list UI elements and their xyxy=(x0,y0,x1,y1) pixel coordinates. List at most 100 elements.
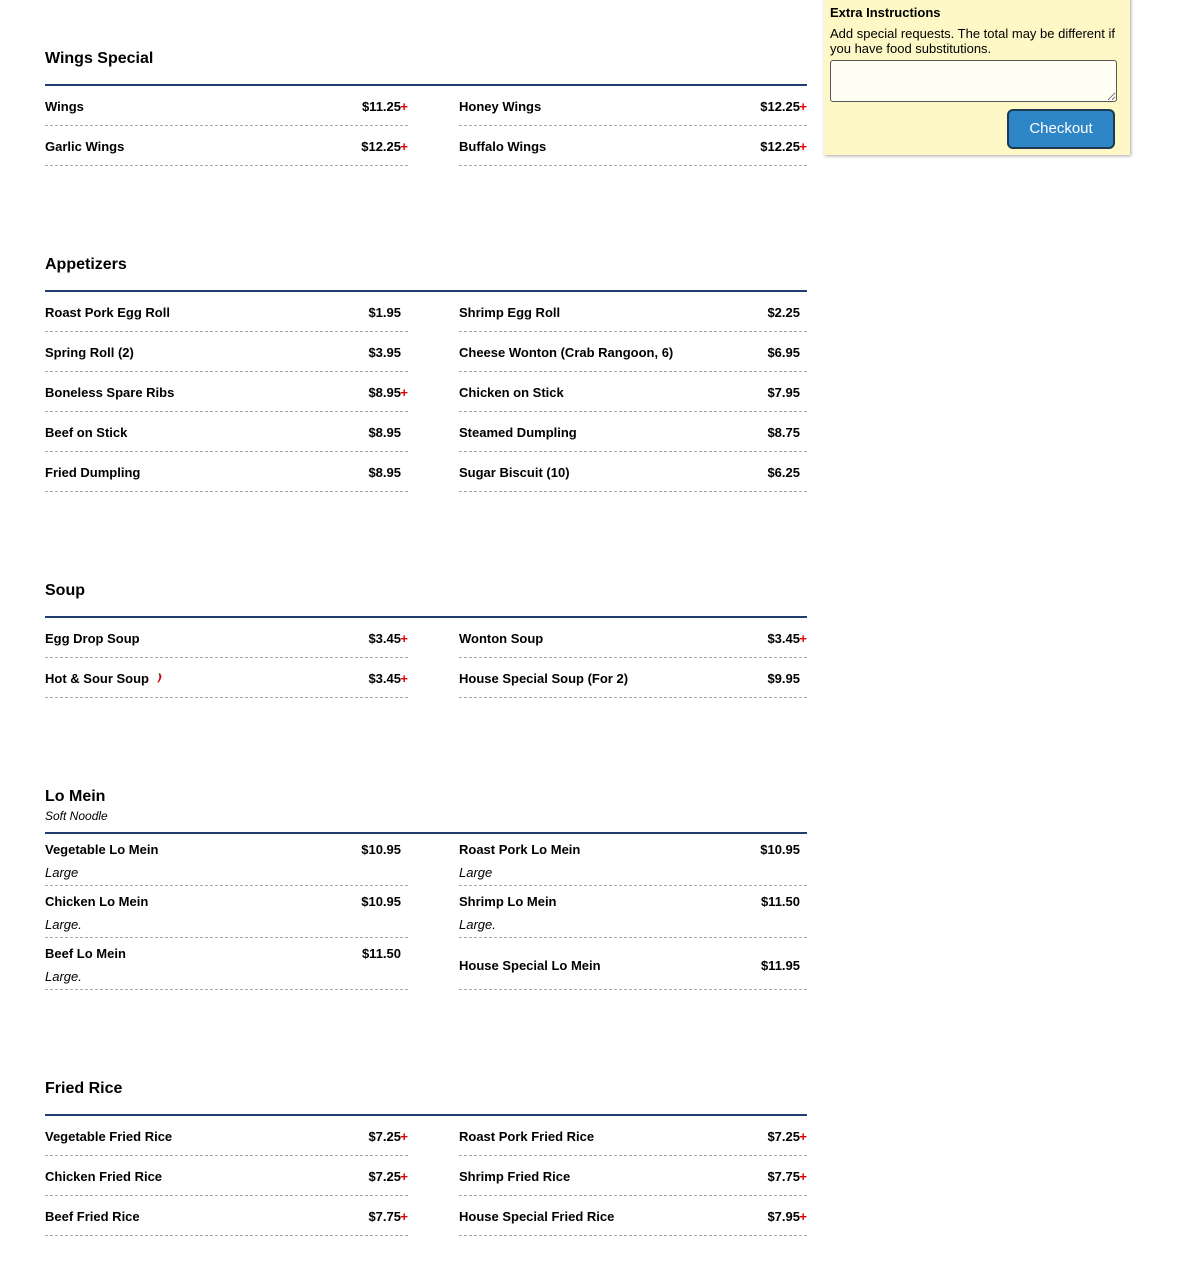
item-price: $12.25 xyxy=(361,139,401,154)
item-name-wrap: Beef Lo Mein xyxy=(45,946,126,961)
item-price: $3.45 xyxy=(767,631,800,646)
item-price: $3.45 xyxy=(368,631,401,646)
item-options-plus: + xyxy=(799,1209,807,1224)
item-name: Buffalo Wings xyxy=(459,139,547,154)
menu-item[interactable]: Beef Fried Rice $7.75 + xyxy=(45,1196,408,1236)
menu-item[interactable]: Egg Drop Soup $3.45 + xyxy=(45,618,408,658)
item-name-wrap: Chicken on Stick xyxy=(459,385,564,400)
item-name-wrap: Chicken Lo Mein xyxy=(45,894,148,909)
item-name: Boneless Spare Ribs xyxy=(45,385,175,400)
item-name-wrap: Roast Pork Lo Mein xyxy=(459,842,580,857)
item-options-plus: + xyxy=(799,1129,807,1144)
item-name: House Special Lo Mein xyxy=(459,958,601,973)
menu-item[interactable]: Vegetable Lo Mein Large $10.95 xyxy=(45,834,408,886)
item-price: $12.25 xyxy=(760,99,800,114)
menu-item[interactable]: Chicken on Stick $7.95 xyxy=(459,372,807,412)
item-name: Sugar Biscuit (10) xyxy=(459,465,570,480)
item-name-wrap: Buffalo Wings xyxy=(459,139,546,154)
menu-item[interactable]: Chicken Fried Rice $7.25 + xyxy=(45,1156,408,1196)
section-items: Vegetable Lo Mein Large $10.95 Roast Pork L… xyxy=(45,834,807,990)
item-options-plus: + xyxy=(799,631,807,646)
menu-item[interactable]: Roast Pork Fried Rice $7.25 + xyxy=(459,1116,807,1156)
menu-item[interactable]: Cheese Wonton (Crab Rangoon, 6) $6.95 xyxy=(459,332,807,372)
menu-item[interactable]: Shrimp Fried Rice $7.75 + xyxy=(459,1156,807,1196)
menu-item[interactable]: Shrimp Egg Roll $2.25 xyxy=(459,292,807,332)
item-name: Beef on Stick xyxy=(45,425,128,440)
menu-item[interactable]: Beef on Stick $8.95 xyxy=(45,412,408,452)
menu-item[interactable]: Hot & Sour Soup $3.45 + xyxy=(45,658,408,698)
item-name-wrap: Wings xyxy=(45,99,84,114)
item-name-wrap: Roast Pork Fried Rice xyxy=(459,1129,594,1144)
menu-item[interactable]: Spring Roll (2) $3.95 xyxy=(45,332,408,372)
checkout-button[interactable]: Checkout xyxy=(1007,109,1115,149)
item-options-plus: + xyxy=(400,1129,408,1144)
item-name-wrap: Shrimp Egg Roll xyxy=(459,305,560,320)
item-name: Beef Lo Mein xyxy=(45,946,126,961)
menu-item[interactable]: Steamed Dumpling $8.75 xyxy=(459,412,807,452)
menu-item[interactable]: House Special Soup (For 2) $9.95 xyxy=(459,658,807,698)
item-name: Cheese Wonton (Crab Rangoon, 6) xyxy=(459,345,674,360)
item-name-wrap: Roast Pork Egg Roll xyxy=(45,305,170,320)
menu-item[interactable]: Wings $11.25 + xyxy=(45,86,408,126)
item-name: Chicken Fried Rice xyxy=(45,1169,163,1184)
menu-section: Appetizers Roast Pork Egg Roll $1.95 Shrimp… xyxy=(45,206,807,492)
section-header: Lo Mein Soft Noodle xyxy=(45,738,807,834)
menu-item[interactable]: Vegetable Fried Rice $7.25 + xyxy=(45,1116,408,1156)
item-name: Shrimp Lo Mein xyxy=(459,894,557,909)
menu-item[interactable]: Wonton Soup $3.45 + xyxy=(459,618,807,658)
item-price: $7.75 xyxy=(368,1209,401,1224)
menu-item[interactable]: House Special Lo Mein $11.95 xyxy=(459,938,807,990)
item-price: $7.25 xyxy=(368,1169,401,1184)
item-description: Large. xyxy=(45,917,82,932)
item-name-wrap: Chicken Fried Rice xyxy=(45,1169,162,1184)
menu-item[interactable]: Fried Dumpling $8.95 xyxy=(45,452,408,492)
item-name: Steamed Dumpling xyxy=(459,425,577,440)
menu-item[interactable]: Garlic Wings $12.25 + xyxy=(45,126,408,166)
item-name: Hot & Sour Soup xyxy=(45,671,149,686)
item-name-wrap: Fried Dumpling xyxy=(45,465,140,480)
item-name: House Special Fried Rice xyxy=(459,1209,615,1224)
item-description: Large. xyxy=(459,917,496,932)
item-price: $7.95 xyxy=(767,1209,800,1224)
item-name-wrap: House Special Fried Rice xyxy=(459,1209,614,1224)
item-options-plus: + xyxy=(400,1209,408,1224)
menu-item[interactable]: Sugar Biscuit (10) $6.25 xyxy=(459,452,807,492)
section-subtitle: Soft Noodle xyxy=(45,809,108,823)
item-price: $3.45 xyxy=(368,671,401,686)
extra-instructions-panel: Extra Instructions Add special requests.… xyxy=(824,0,1130,155)
menu-item[interactable]: Shrimp Lo Mein Large. $11.50 xyxy=(459,886,807,938)
extra-instructions-note: Add special requests. The total may be d… xyxy=(830,26,1115,56)
extra-instructions-input[interactable] xyxy=(830,60,1117,102)
menu-section: Fried Rice Vegetable Fried Rice $7.25 + Roas… xyxy=(45,1030,807,1236)
item-options-plus: + xyxy=(799,99,807,114)
menu-item[interactable]: Honey Wings $12.25 + xyxy=(459,86,807,126)
item-name: Roast Pork Lo Mein xyxy=(459,842,581,857)
menu-item[interactable]: Beef Lo Mein Large. $11.50 xyxy=(45,938,408,990)
menu-item[interactable]: Chicken Lo Mein Large. $10.95 xyxy=(45,886,408,938)
menu-item[interactable]: Buffalo Wings $12.25 + xyxy=(459,126,807,166)
item-name: Chicken on Stick xyxy=(459,385,564,400)
menu: Wings Special Wings $11.25 + Honey Wings $12.… xyxy=(45,0,807,1276)
item-description: Large. xyxy=(45,969,82,984)
item-price: $10.95 xyxy=(760,842,800,857)
item-price: $1.95 xyxy=(368,305,401,320)
item-name-wrap: Vegetable Fried Rice xyxy=(45,1129,172,1144)
menu-section: Lo Mein Soft Noodle Vegetable Lo Mein Large… xyxy=(45,738,807,990)
menu-section: Wings Special Wings $11.25 + Honey Wings $12.… xyxy=(45,0,807,166)
item-options-plus: + xyxy=(400,385,408,400)
item-options-plus: + xyxy=(799,139,807,154)
menu-item[interactable]: Boneless Spare Ribs $8.95 + xyxy=(45,372,408,412)
menu-section: Soup Egg Drop Soup $3.45 + Wonton Soup $3.45 +… xyxy=(45,532,807,698)
item-name: House Special Soup (For 2) xyxy=(459,671,629,686)
menu-item[interactable]: Roast Pork Lo Mein Large $10.95 xyxy=(459,834,807,886)
item-name-wrap: Spring Roll (2) xyxy=(45,345,134,360)
section-items: Egg Drop Soup $3.45 + Wonton Soup $3.45 + Hot … xyxy=(45,618,807,698)
item-name-wrap: Steamed Dumpling xyxy=(459,425,577,440)
item-name-wrap: Honey Wings xyxy=(459,99,541,114)
menu-item[interactable]: Roast Pork Egg Roll $1.95 xyxy=(45,292,408,332)
item-name-wrap: Boneless Spare Ribs xyxy=(45,385,174,400)
menu-item[interactable]: House Special Fried Rice $7.95 + xyxy=(459,1196,807,1236)
item-price: $7.25 xyxy=(368,1129,401,1144)
item-name-wrap: Vegetable Lo Mein xyxy=(45,842,158,857)
item-name: Wonton Soup xyxy=(459,631,544,646)
